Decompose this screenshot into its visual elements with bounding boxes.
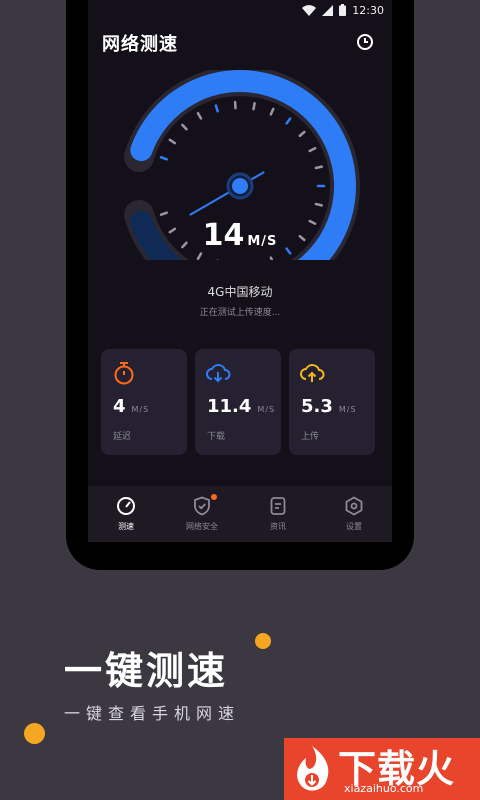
tab-settings[interactable]: 设置 xyxy=(319,486,389,532)
gauge-tick xyxy=(285,117,292,125)
promo-headline: 一键测速 xyxy=(64,649,229,693)
download-value: 11.4 xyxy=(207,396,252,417)
decor-dot-small xyxy=(255,633,271,649)
notification-dot xyxy=(211,494,217,500)
gauge-tick xyxy=(181,123,188,131)
watermark-url: xiazaihuo.com xyxy=(344,782,424,795)
gauge-tick xyxy=(269,107,275,116)
speedometer-icon xyxy=(117,497,135,515)
decor-dot-large xyxy=(24,723,45,744)
promo-subline: 一键查看手机网速 xyxy=(64,704,241,723)
cloud-download-icon xyxy=(206,364,231,383)
tab-label-security: 网络安全 xyxy=(186,522,218,531)
tab-news[interactable]: 资讯 xyxy=(243,486,313,532)
app-screen: 12:30 网络测速 14 M/S 4G中国移动 正在测试上传速度... 4 M/S… xyxy=(88,0,392,542)
latency-value: 4 xyxy=(113,396,126,417)
latency-unit: M/S xyxy=(131,405,150,414)
upload-label: 上传 xyxy=(301,432,320,442)
download-card[interactable]: 11.4 M/S 下载 xyxy=(195,349,281,455)
tab-label-news: 资讯 xyxy=(270,522,286,531)
clock-icon[interactable] xyxy=(356,33,374,51)
signal-icon xyxy=(322,4,334,16)
wifi-icon xyxy=(302,4,317,16)
gauge-tick xyxy=(314,165,323,170)
settings-hex-icon xyxy=(345,496,363,516)
speed-value: 14 xyxy=(202,218,245,253)
status-bar: 12:30 xyxy=(302,2,384,18)
tab-label-settings: 设置 xyxy=(346,522,362,531)
gauge-tick xyxy=(159,211,168,216)
shield-check-icon xyxy=(194,496,210,516)
gauge-tick xyxy=(298,130,306,138)
gauge-hub xyxy=(232,178,248,194)
carrier-label: 4G中国移动 xyxy=(207,285,273,299)
latency-label: 延迟 xyxy=(113,432,132,442)
upload-card[interactable]: 5.3 M/S 上传 xyxy=(289,349,375,455)
test-status: 正在测试上传速度... xyxy=(199,308,281,318)
download-unit: M/S xyxy=(257,405,276,414)
tab-security[interactable]: 网络安全 xyxy=(167,486,237,532)
speed-readout: 14 M/S xyxy=(88,218,392,253)
bottom-tab-bar: 测速 网络安全 资讯 设置 xyxy=(88,486,392,542)
tab-label-speedtest: 测速 xyxy=(118,522,134,531)
latency-card[interactable]: 4 M/S 延迟 xyxy=(101,349,187,455)
gauge-tick xyxy=(252,102,256,111)
gauge-tick xyxy=(196,252,203,260)
upload-value: 5.3 xyxy=(301,396,333,417)
page-title: 网络测速 xyxy=(102,34,178,55)
gauge-tick xyxy=(214,104,219,113)
gauge-tick xyxy=(308,147,317,153)
battery-icon xyxy=(339,4,347,16)
gauge-needle xyxy=(189,171,265,216)
timer-icon xyxy=(114,362,134,385)
document-icon xyxy=(270,497,286,515)
speed-unit: M/S xyxy=(247,234,278,249)
upload-unit: M/S xyxy=(338,405,357,414)
gauge-tick xyxy=(196,112,203,120)
gauge-tick xyxy=(314,202,323,207)
gauge-tick xyxy=(269,256,274,260)
result-cards: 4 M/S 延迟 11.4 M/S 下载 5.3 M/S 上传 xyxy=(101,349,375,455)
gauge-tick xyxy=(159,156,168,161)
gauge-tick xyxy=(168,138,177,145)
download-label: 下载 xyxy=(207,432,226,442)
cloud-upload-icon xyxy=(300,364,325,382)
status-time: 12:30 xyxy=(352,3,384,17)
tab-speedtest[interactable]: 测速 xyxy=(91,486,161,532)
